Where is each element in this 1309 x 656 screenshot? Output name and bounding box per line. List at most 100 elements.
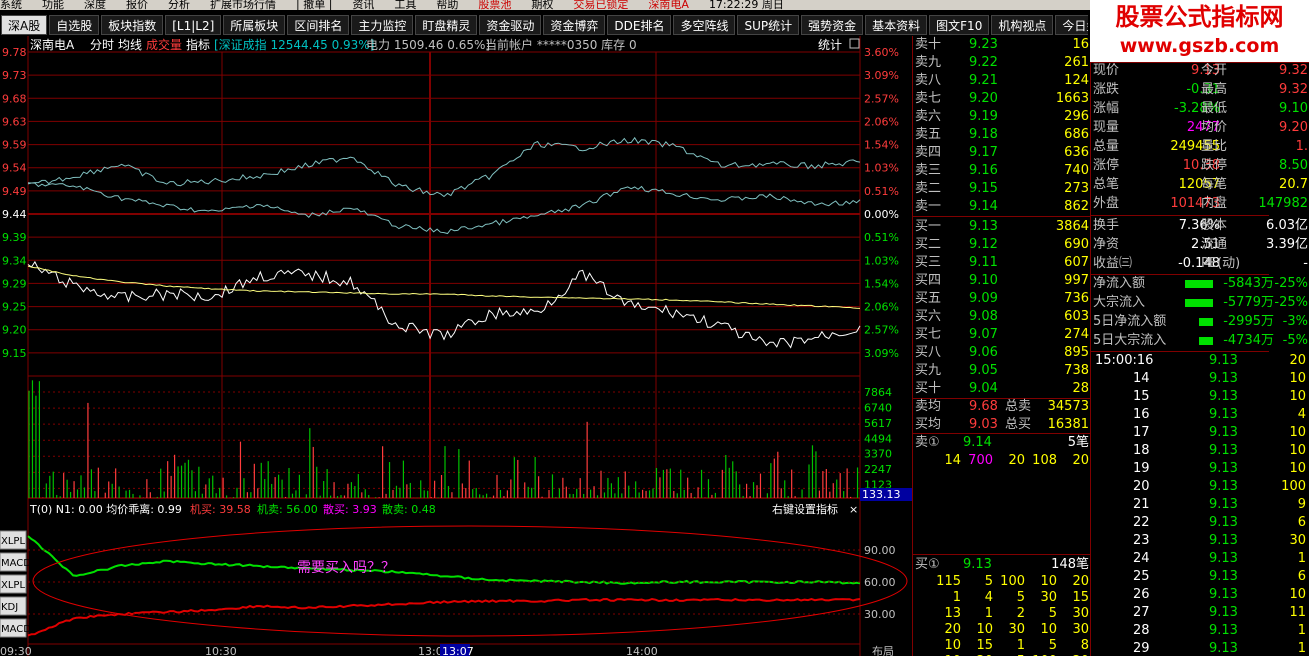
tick-row: 23 9.13 30 [1091, 532, 1309, 550]
menu-item[interactable]: 扩展市场行情 [210, 0, 276, 10]
indicator-side-tab-label: MACD [1, 624, 31, 635]
tick-volume: 6 [1297, 569, 1306, 584]
quote-field: 今开 [1201, 63, 1228, 78]
stat-button[interactable]: 统计 [818, 38, 842, 52]
queue-value: 2 [1016, 606, 1025, 621]
price-axis-label: 9.63 [2, 115, 27, 128]
fundamental-field: 净资 [1093, 237, 1120, 252]
pct-axis-label: 2.06% [864, 301, 899, 314]
tick-time: 15 [1133, 389, 1150, 404]
function-tab[interactable]: 资金驱动 [479, 15, 542, 35]
function-tab[interactable]: 所属板块 [223, 15, 286, 35]
function-tab[interactable]: 资金博弈 [543, 15, 606, 35]
price-axis-label: 9.34 [2, 254, 27, 267]
function-tab[interactable]: [L1|L2] [165, 15, 222, 35]
menu-item[interactable]: 期权 [531, 0, 553, 10]
header-tab-timeshare[interactable]: 分时 [90, 38, 114, 52]
quote-field: 现价 [1093, 63, 1120, 78]
menu-item[interactable]: 分析 [168, 0, 190, 10]
tick-time: 16 [1133, 407, 1150, 422]
intraday-chart[interactable]: 深南电A 分时 均线 成交量 指标 [深证成指 12544.45 0.93%] … [0, 36, 912, 656]
function-tab[interactable]: 自选股 [49, 15, 100, 35]
quote-row: 外盘 101473 内盘 147982 [1091, 195, 1309, 213]
header-tab-avgline[interactable]: 均线 [118, 38, 142, 52]
queue-value: 1 [952, 590, 961, 605]
function-tab[interactable]: DDE排名 [607, 15, 672, 35]
function-tab[interactable]: 板块指数 [101, 15, 164, 35]
function-tab[interactable]: 盯盘精灵 [415, 15, 478, 35]
level-label: 买十 [915, 381, 942, 396]
tick-time: 21 [1133, 497, 1150, 512]
queue-value: 5 [1016, 590, 1025, 605]
time-axis-label: 13:0 [418, 645, 443, 656]
indicator-setting-button[interactable]: 右键设置指标 [772, 502, 838, 516]
menu-item[interactable]: 报价 [126, 0, 148, 10]
tick-row: 29 9.13 1 [1091, 640, 1309, 656]
pct-axis-label: 2.57% [864, 324, 899, 337]
pct-axis-label: 0.51% [864, 185, 899, 198]
menu-item[interactable]: 系统 [0, 0, 22, 10]
tick-volume: 6 [1297, 515, 1306, 530]
level-label: 买五 [915, 291, 942, 306]
divider [913, 216, 1091, 217]
time-axis-label[interactable]: 布局 [872, 645, 894, 656]
function-tab[interactable]: 区间排名 [287, 15, 350, 35]
menu-item[interactable]: 股票池 [478, 0, 511, 10]
quote-field: 内盘 [1201, 196, 1228, 211]
quote-field: 涨跌 [1093, 82, 1120, 97]
level-volume: 1663 [1055, 91, 1089, 106]
tick-time: 25 [1133, 569, 1150, 584]
volume-axis-label: 7864 [864, 386, 892, 399]
function-tab[interactable]: 主力监控 [351, 15, 414, 35]
menu-item[interactable]: 工具 [394, 0, 416, 10]
menu-item[interactable]: 帮助 [436, 0, 458, 10]
watermark-logo: 股票公式指标网 www.gszb.com [1090, 0, 1309, 62]
function-tab[interactable]: 机构视点 [991, 15, 1054, 35]
menu-item[interactable]: 深南电A [648, 0, 689, 10]
menu-item[interactable]: 深度 [84, 0, 106, 10]
quote-field: 量比 [1201, 139, 1228, 154]
level-price: 9.04 [969, 381, 998, 396]
tick-volume: 10 [1289, 389, 1306, 404]
header-tab-volume[interactable]: 成交量 [146, 37, 182, 52]
menu-item[interactable]: 资讯 [352, 0, 374, 10]
menu-item[interactable]: 功能 [42, 0, 64, 10]
sell-level-row: 卖二 9.15 273 [913, 180, 1091, 198]
header-tab-indicator[interactable]: 指标 [186, 37, 210, 52]
volume-axis-label: 5617 [864, 417, 892, 430]
function-tab[interactable]: 强势资金 [801, 15, 864, 35]
quote-field: 外盘 [1093, 196, 1120, 211]
level-volume: 261 [1064, 55, 1089, 70]
function-tab[interactable]: 基本资料 [865, 15, 928, 35]
tick-volume: 1 [1297, 623, 1306, 638]
quote-row: 总量 249455 量比 1. [1091, 138, 1309, 156]
tick-time: 26 [1133, 587, 1150, 602]
queue-value: 10 [1040, 622, 1057, 637]
queue-value: 108 [1032, 453, 1057, 468]
buy-queue-row: 1 4 5 30 15 [913, 590, 1091, 606]
price-axis-label: 9.59 [2, 139, 27, 152]
function-tab[interactable]: SUP统计 [737, 15, 800, 35]
function-tab[interactable]: 今日盘前 [1055, 15, 1088, 35]
divider [1091, 62, 1309, 63]
tick-price: 9.13 [1209, 533, 1238, 548]
tick-row: 17 9.13 10 [1091, 424, 1309, 442]
menu-item[interactable]: | 撤单 | [296, 0, 332, 10]
fund-flow-label: 大宗流入 [1093, 295, 1146, 310]
function-tab[interactable]: 多空阵线 [673, 15, 736, 35]
price-axis-label: 9.15 [2, 347, 27, 360]
tick-time: 24 [1133, 551, 1150, 566]
menu-item[interactable]: 交易已锁定 [573, 0, 628, 10]
function-tab[interactable]: 图文F10 [929, 15, 990, 35]
divider [1091, 215, 1269, 216]
function-tab[interactable]: 深A股 [1, 15, 48, 35]
time-axis-label: 09:30 [0, 645, 32, 656]
menu-item[interactable]: 17:22:29 周日 [709, 0, 784, 10]
level-label: 买一 [915, 219, 942, 234]
tick-price: 9.13 [1209, 623, 1238, 638]
level-volume: 738 [1064, 363, 1089, 378]
fundamental-field: - [1303, 256, 1308, 271]
fund-flow-value: -5779万 [1223, 295, 1274, 310]
tick-volume: 20 [1289, 353, 1306, 368]
indicator-close-icon[interactable]: × [849, 503, 858, 516]
